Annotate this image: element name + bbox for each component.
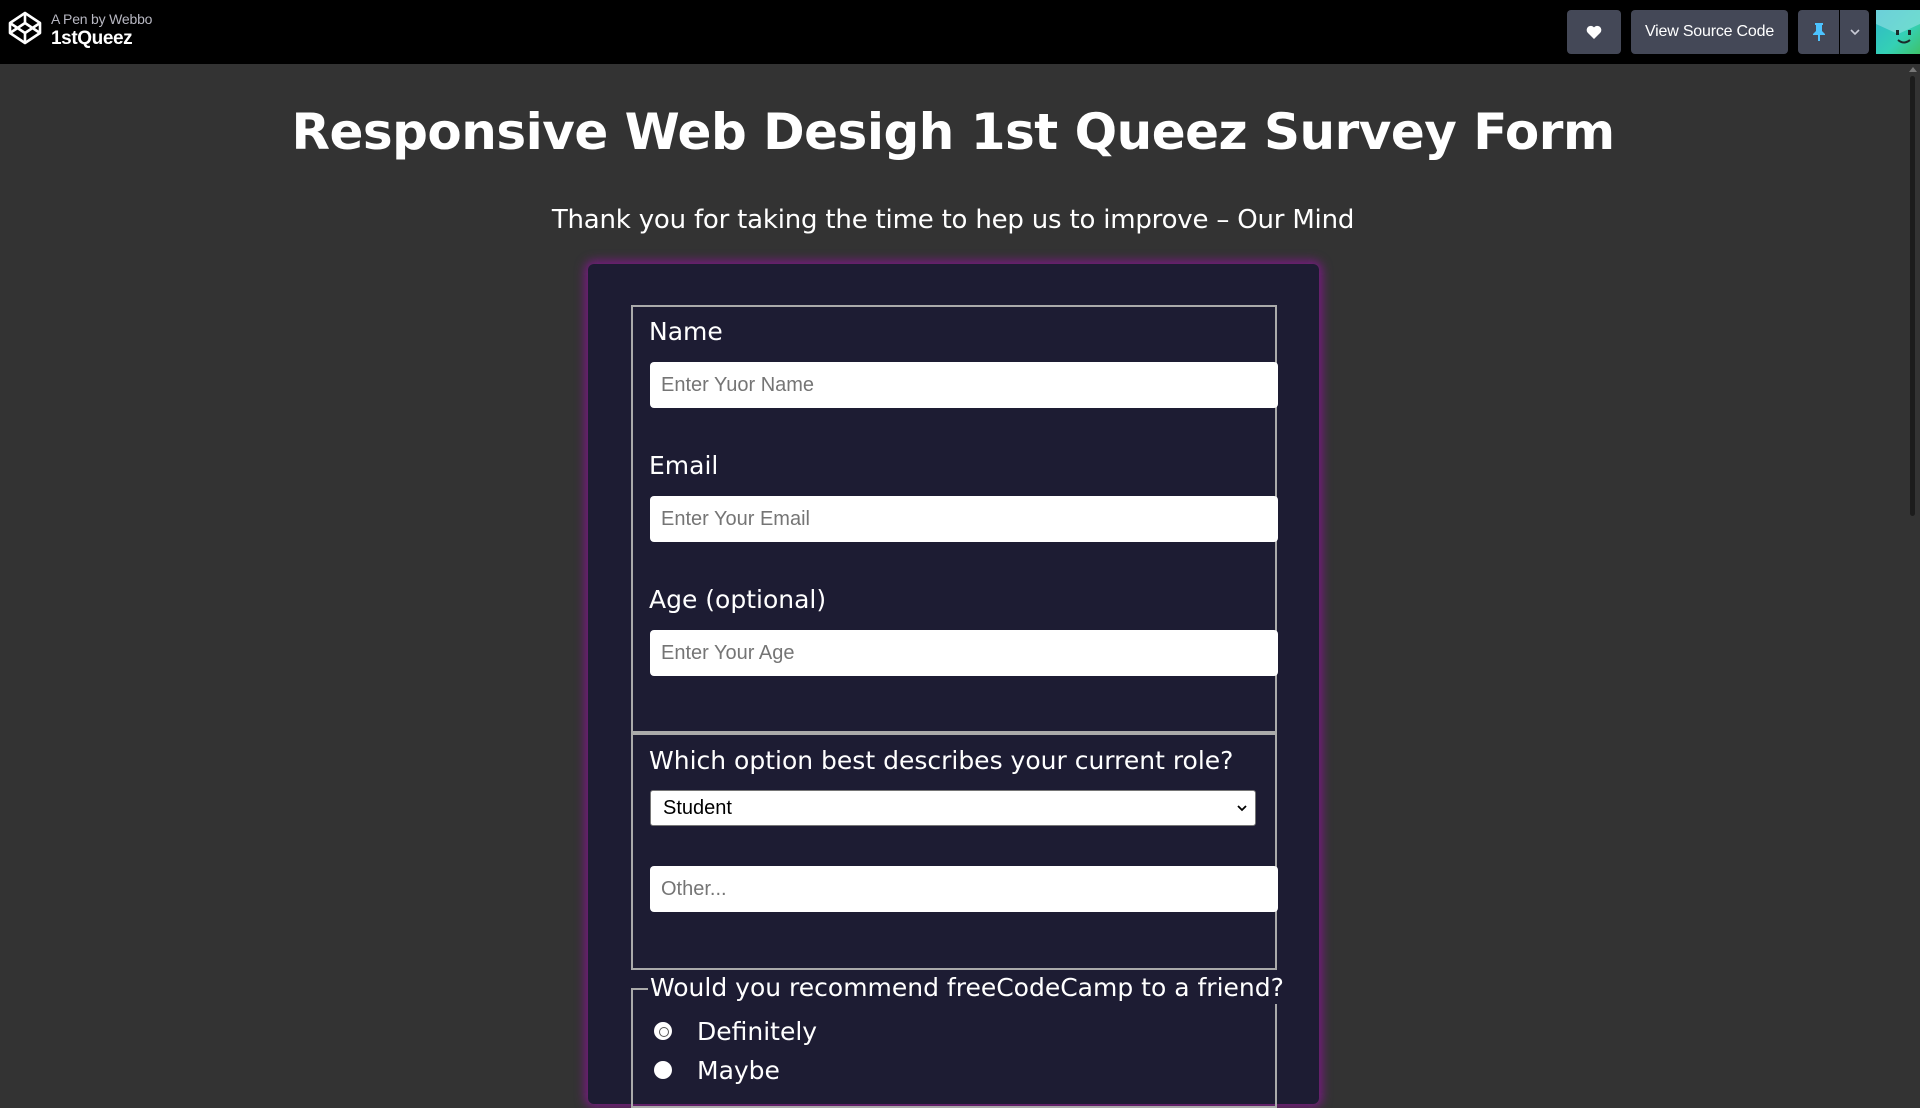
pen-author[interactable]: A Pen by Webbo xyxy=(51,11,152,27)
codepen-logo-icon[interactable] xyxy=(7,10,43,46)
age-input[interactable] xyxy=(650,630,1278,676)
heart-button[interactable] xyxy=(1567,10,1621,54)
email-input[interactable] xyxy=(650,496,1278,542)
pin-dropdown-button[interactable] xyxy=(1840,10,1869,54)
role-label: Which option best describes your current… xyxy=(649,746,1234,775)
recommend-legend: Would you recommend freeCodeCamp to a fr… xyxy=(648,972,1286,1004)
radio-label-maybe: Maybe xyxy=(697,1056,780,1085)
name-input[interactable] xyxy=(650,362,1278,408)
view-source-button[interactable]: View Source Code xyxy=(1631,10,1788,54)
role-select[interactable]: Student xyxy=(650,790,1256,826)
page-title: Responsive Web Desigh 1st Queez Survey F… xyxy=(291,103,1615,161)
recommend-fieldset xyxy=(631,988,1277,1108)
other-role-input[interactable] xyxy=(650,866,1278,912)
radio-definitely[interactable] xyxy=(654,1022,672,1040)
name-label: Name xyxy=(649,317,723,346)
avatar[interactable] xyxy=(1876,10,1920,54)
pen-meta: A Pen by Webbo 1stQueez xyxy=(51,11,152,51)
pen-title: 1stQueez xyxy=(51,28,133,49)
scroll-up-arrow-icon[interactable] xyxy=(1909,67,1917,72)
chevron-down-icon xyxy=(1237,805,1247,812)
top-bar: A Pen by Webbo 1stQueez View Source Code xyxy=(0,0,1920,64)
avatar-face-icon xyxy=(1876,10,1920,44)
chevron-down-icon xyxy=(1849,29,1860,36)
page-subtitle: Thank you for taking the time to hep us … xyxy=(551,205,1355,235)
radio-label-definitely: Definitely xyxy=(697,1017,818,1046)
role-select-value: Student xyxy=(663,797,732,819)
page-scrollbar[interactable] xyxy=(1906,64,1920,1080)
heart-icon xyxy=(1586,25,1602,39)
age-label: Age (optional) xyxy=(649,585,827,614)
pin-icon xyxy=(1812,23,1825,41)
email-label: Email xyxy=(649,451,719,480)
radio-maybe[interactable] xyxy=(654,1061,672,1079)
scroll-thumb[interactable] xyxy=(1910,76,1915,516)
pin-button[interactable] xyxy=(1798,10,1839,54)
